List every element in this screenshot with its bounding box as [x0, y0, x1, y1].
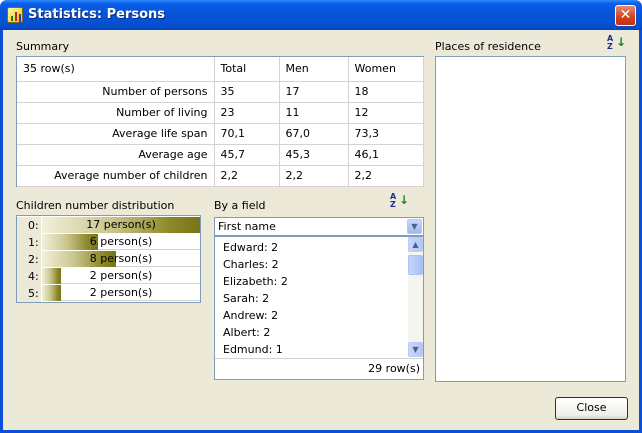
field-select-value: First name	[218, 220, 276, 233]
scroll-down-icon[interactable]: ▼	[408, 342, 423, 357]
distribution-row[interactable]: 4: 2 person(s)	[17, 268, 200, 285]
summary-label: Summary	[16, 40, 70, 53]
list-item[interactable]: Albert: 2	[223, 326, 270, 339]
summary-row-count: 35 row(s)	[17, 57, 215, 82]
distribution-text: 8 person(s)	[89, 252, 153, 265]
cell-total: 2,2	[214, 165, 280, 187]
summary-table-panel: 35 row(s) Total Men Women Number of pers…	[16, 56, 424, 187]
list-item[interactable]: Andrew: 2	[223, 309, 278, 322]
cell-men: 17	[279, 81, 349, 103]
table-row[interactable]: Number of living 23 11 12	[17, 102, 424, 124]
window-title: Statistics: Persons	[28, 7, 166, 22]
distribution-row[interactable]: 1: 6 person(s)	[17, 234, 200, 251]
residence-label: Places of residence	[435, 40, 541, 53]
cell-men: 67,0	[279, 123, 349, 145]
table-row[interactable]: Average life span 70,1 67,0 73,3	[17, 123, 424, 145]
cell-women: 2,2	[348, 165, 424, 187]
scrollbar-thumb[interactable]	[408, 255, 423, 275]
distribution-cell: 2 person(s)	[42, 268, 200, 284]
list-item[interactable]: Sarah: 2	[223, 292, 269, 305]
row-label: Average life span	[17, 123, 215, 145]
cell-total: 35	[214, 81, 280, 103]
scroll-up-icon[interactable]: ▲	[408, 237, 423, 252]
summary-header-row: 35 row(s) Total Men Women	[17, 57, 424, 82]
distribution-row[interactable]: 0: 17 person(s)	[17, 217, 200, 234]
cell-total: 70,1	[214, 123, 280, 145]
summary-table: 35 row(s) Total Men Women Number of pers…	[17, 57, 424, 187]
cell-women: 12	[348, 102, 424, 124]
table-row[interactable]: Number of persons 35 17 18	[17, 81, 424, 103]
children-distribution-label: Children number distribution	[16, 199, 175, 212]
distribution-row[interactable]: 2: 8 person(s)	[17, 251, 200, 268]
sort-az-icon[interactable]: A Z ↓	[390, 192, 409, 209]
distribution-row[interactable]: 5: 2 person(s)	[17, 285, 200, 302]
distribution-cell: 6 person(s)	[42, 234, 200, 250]
row-label: Average number of children	[17, 165, 215, 187]
distribution-cell: 17 person(s)	[42, 217, 200, 233]
field-values-panel: Edward: 2 Charles: 2 Elizabeth: 2 Sarah:…	[214, 236, 424, 380]
field-select[interactable]: First name ▼	[214, 217, 424, 236]
cell-men: 45,3	[279, 144, 349, 166]
cell-women: 73,3	[348, 123, 424, 145]
close-window-button[interactable]: ✕	[615, 5, 636, 26]
distribution-cell: 8 person(s)	[42, 251, 200, 267]
column-header-men[interactable]: Men	[279, 57, 349, 82]
chevron-down-icon[interactable]: ▼	[407, 219, 422, 234]
distribution-key: 1:	[17, 234, 41, 251]
distribution-cell: 2 person(s)	[42, 285, 200, 301]
distribution-key: 0:	[17, 217, 41, 234]
cell-men: 11	[279, 102, 349, 124]
children-distribution-panel: 0: 17 person(s) 1: 6 person(s) 2: 8 pers…	[16, 215, 201, 303]
residence-list-panel[interactable]	[435, 56, 626, 382]
cell-total: 45,7	[214, 144, 280, 166]
column-header-women[interactable]: Women	[348, 57, 424, 82]
distribution-text: 6 person(s)	[89, 235, 153, 248]
distribution-key: 5:	[17, 285, 41, 302]
table-row[interactable]: Average number of children 2,2 2,2 2,2	[17, 165, 424, 187]
dialog-window: Statistics: Persons ✕ Summary 35 row(s) …	[0, 0, 642, 433]
list-item[interactable]: Edward: 2	[223, 241, 278, 254]
cell-women: 46,1	[348, 144, 424, 166]
row-label: Number of living	[17, 102, 215, 124]
list-item[interactable]: Charles: 2	[223, 258, 279, 271]
by-field-label: By a field	[214, 199, 266, 212]
field-row-count: 29 row(s)	[368, 362, 420, 375]
row-label: Average age	[17, 144, 215, 166]
distribution-text: 17 person(s)	[86, 218, 156, 231]
close-button[interactable]: Close	[555, 397, 628, 420]
cell-total: 23	[214, 102, 280, 124]
distribution-text: 2 person(s)	[89, 269, 153, 282]
distribution-text: 2 person(s)	[89, 286, 153, 299]
distribution-key: 2:	[17, 251, 41, 268]
row-label: Number of persons	[17, 81, 215, 103]
column-header-total[interactable]: Total	[214, 57, 280, 82]
table-row[interactable]: Average age 45,7 45,3 46,1	[17, 144, 424, 166]
cell-men: 2,2	[279, 165, 349, 187]
sort-az-icon[interactable]: A Z ↓	[607, 34, 626, 51]
cell-women: 18	[348, 81, 424, 103]
list-item[interactable]: Edmund: 1	[223, 343, 283, 356]
vertical-scrollbar[interactable]: ▲ ▼	[408, 237, 423, 357]
distribution-key: 4:	[17, 268, 41, 285]
list-item[interactable]: Elizabeth: 2	[223, 275, 288, 288]
dialog-client-area: Summary 35 row(s) Total Men Women Number…	[3, 30, 639, 430]
divider	[215, 358, 423, 359]
title-bar[interactable]: Statistics: Persons ✕	[0, 0, 642, 30]
statistics-app-icon	[7, 7, 23, 23]
